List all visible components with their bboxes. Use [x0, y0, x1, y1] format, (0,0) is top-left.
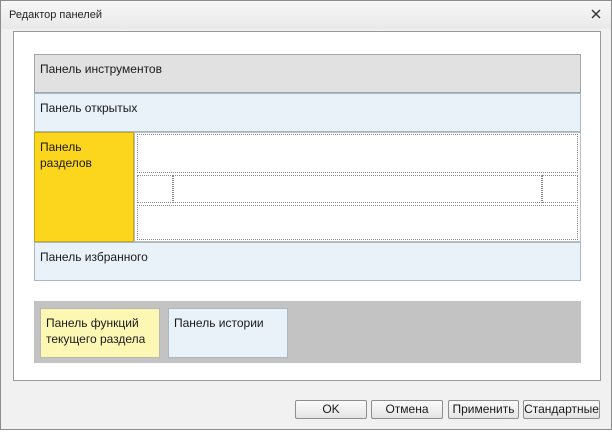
work-area-left-placeholder [137, 175, 173, 203]
work-area [134, 132, 581, 242]
work-area-right-placeholder [542, 175, 578, 203]
apply-button[interactable]: Применить [448, 400, 519, 419]
close-icon[interactable] [589, 7, 603, 21]
title-bar[interactable]: Редактор панелей [1, 1, 611, 29]
history-panel[interactable]: Панель истории [168, 308, 288, 358]
work-area-bottom-placeholder [137, 205, 578, 240]
tools-panel[interactable]: Панель инструментов [34, 54, 581, 93]
favorites-panel-label: Панель избранного [40, 250, 148, 264]
panel-editor-window: Редактор панелей Панель инструментов Пан… [0, 0, 612, 430]
work-area-center-placeholder [173, 175, 542, 203]
defaults-button[interactable]: Стандартные [523, 400, 600, 419]
favorites-panel[interactable]: Панель избранного [34, 242, 581, 281]
sections-panel-label: Панель разделов [40, 140, 92, 170]
window-title: Редактор панелей [9, 9, 102, 21]
ok-button[interactable]: OK [295, 400, 367, 419]
work-area-top-placeholder [137, 134, 578, 173]
sections-panel[interactable]: Панель разделов [34, 132, 134, 242]
history-panel-label: Панель истории [174, 316, 264, 330]
open-panel-label: Панель открытых [40, 101, 138, 115]
cancel-button[interactable]: Отмена [371, 400, 443, 419]
panel-layout-area: Панель инструментов Панель открытых Пане… [13, 31, 601, 381]
tools-panel-label: Панель инструментов [40, 62, 162, 76]
functions-panel-label: Панель функций текущего раздела [46, 316, 146, 346]
open-panel[interactable]: Панель открытых [34, 93, 581, 132]
available-panels-strip: Панель функций текущего раздела Панель и… [34, 301, 581, 363]
functions-panel[interactable]: Панель функций текущего раздела [40, 308, 160, 358]
